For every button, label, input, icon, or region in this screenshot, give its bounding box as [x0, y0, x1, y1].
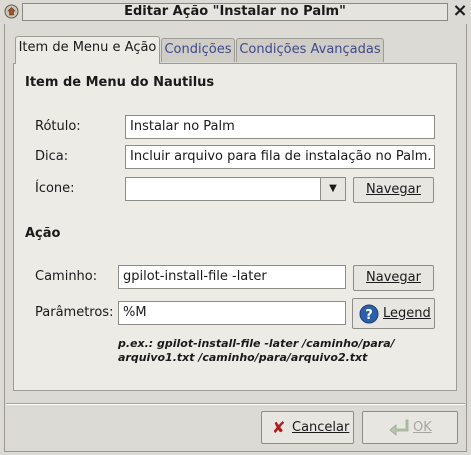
separator	[6, 403, 465, 405]
path-browse-label: Navegar	[366, 270, 421, 285]
icon-field-label: Ícone:	[35, 181, 75, 196]
path-field-label: Caminho:	[35, 269, 98, 284]
path-browse-button[interactable]: Navegar	[353, 265, 434, 291]
help-icon: ?	[359, 304, 379, 324]
icon-combo-input[interactable]	[125, 177, 321, 201]
icon-browse-button[interactable]: Navegar	[353, 177, 434, 203]
tab-advanced-conditions[interactable]: Condições Avançadas	[236, 38, 384, 62]
path-input[interactable]: gpilot-install-file -later	[118, 265, 346, 289]
ok-label: OK	[413, 420, 432, 435]
action-section-title: Ação	[25, 226, 61, 241]
cancel-icon: ✘	[272, 418, 286, 437]
close-icon[interactable]: ×	[451, 1, 469, 21]
icon-browse-label: Navegar	[366, 182, 421, 197]
cancel-button[interactable]: ✘ Cancelar	[261, 411, 354, 444]
cancel-label: Cancelar	[292, 420, 350, 435]
svg-text:?: ?	[365, 308, 373, 323]
menu-section-title: Item de Menu do Nautilus	[25, 75, 215, 90]
tooltip-input[interactable]: Incluir arquivo para fila de instalação …	[125, 145, 435, 169]
params-field-label: Parâmetros:	[35, 305, 114, 320]
label-field-label: Rótulo:	[35, 119, 81, 134]
example-line-1: p.ex.: gpilot-install-file -later /camin…	[118, 337, 395, 350]
tooltip-field-label: Dica:	[35, 149, 69, 164]
app-icon[interactable]	[4, 4, 19, 19]
tab-menu-item-action[interactable]: Item de Menu e Ação	[15, 36, 160, 64]
chevron-down-icon[interactable]: ▼	[320, 177, 346, 201]
legend-label: Legend	[383, 306, 431, 321]
params-input[interactable]: %M	[118, 301, 346, 325]
window-title: Editar Ação "Instalar no Palm"	[22, 3, 448, 21]
tab-conditions[interactable]: Condições	[161, 38, 235, 62]
example-line-2: arquivo1.txt /caminho/para/arquivo2.txt	[118, 351, 368, 364]
ok-button[interactable]: OK	[362, 411, 458, 444]
legend-button[interactable]: ? Legend	[352, 298, 435, 329]
label-input[interactable]: Instalar no Palm	[125, 115, 435, 139]
enter-arrow-icon	[389, 419, 409, 436]
title-bar[interactable]: Editar Ação "Instalar no Palm" ×	[0, 0, 471, 24]
